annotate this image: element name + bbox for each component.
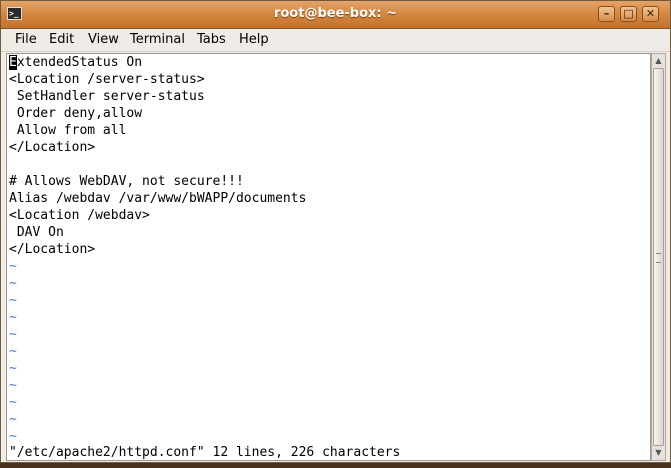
empty-line-marker: ~ xyxy=(9,310,17,325)
menu-terminal[interactable]: Terminal xyxy=(130,32,185,47)
editor-line-5: Allow from all xyxy=(9,123,127,138)
menu-edit[interactable]: Edit xyxy=(49,32,74,47)
menu-view[interactable]: View xyxy=(88,32,119,47)
empty-line-marker: ~ xyxy=(9,395,17,410)
empty-line-marker: ~ xyxy=(9,327,17,342)
empty-line-marker: ~ xyxy=(9,293,17,308)
editor-line-9: Alias /webdav /var/www/bWAPP/documents xyxy=(9,191,307,206)
empty-line-marker: ~ xyxy=(9,259,17,274)
maximize-button[interactable]: □ xyxy=(620,6,637,22)
editor-line-1: ExtendedStatus On xyxy=(9,55,143,70)
editor-line-3: SetHandler server-status xyxy=(9,89,205,104)
empty-line-marker: ~ xyxy=(9,361,17,376)
editor-line-2: <Location /server-status> xyxy=(9,72,205,87)
grip-icon xyxy=(656,253,661,263)
menu-tabs[interactable]: Tabs xyxy=(197,32,226,47)
text-cursor: E xyxy=(9,55,17,70)
empty-line-marker: ~ xyxy=(9,276,17,291)
menu-file[interactable]: File xyxy=(15,32,37,47)
editor-line-12: </Location> xyxy=(9,242,96,257)
editor-line-8: # Allows WebDAV, not secure!!! xyxy=(9,174,244,189)
empty-line-marker: ~ xyxy=(9,429,17,444)
scroll-up-arrow-icon[interactable]: ▲ xyxy=(653,55,664,67)
vertical-scrollbar[interactable]: ▲ ▼ xyxy=(651,53,666,461)
empty-line-marker: ~ xyxy=(9,344,17,359)
minimize-button[interactable]: – xyxy=(598,6,615,22)
status-line: "/etc/apache2/httpd.conf" 12 lines, 226 … xyxy=(9,445,401,460)
editor-line-6: </Location> xyxy=(9,140,96,155)
menu-bar: File Edit View Terminal Tabs Help xyxy=(1,29,670,52)
scroll-down-arrow-icon[interactable]: ▼ xyxy=(653,447,664,459)
title-bar[interactable]: >_ root@bee-box: ~ – □ ✕ xyxy=(1,1,670,29)
editor-line-10: <Location /webdav> xyxy=(9,208,150,223)
close-button[interactable]: ✕ xyxy=(642,6,659,22)
scrollbar-thumb[interactable] xyxy=(653,68,664,446)
window-title: root@bee-box: ~ xyxy=(273,6,398,21)
terminal-window: >_ root@bee-box: ~ – □ ✕ File Edit View … xyxy=(0,0,671,463)
editor-line-4: Order deny,allow xyxy=(9,106,143,121)
empty-line-marker: ~ xyxy=(9,378,17,393)
editor-line-11: DAV On xyxy=(9,225,64,240)
empty-line-marker: ~ xyxy=(9,412,17,427)
terminal-text-area[interactable]: ExtendedStatus On <Location /server-stat… xyxy=(6,53,651,461)
menu-help[interactable]: Help xyxy=(239,32,269,47)
